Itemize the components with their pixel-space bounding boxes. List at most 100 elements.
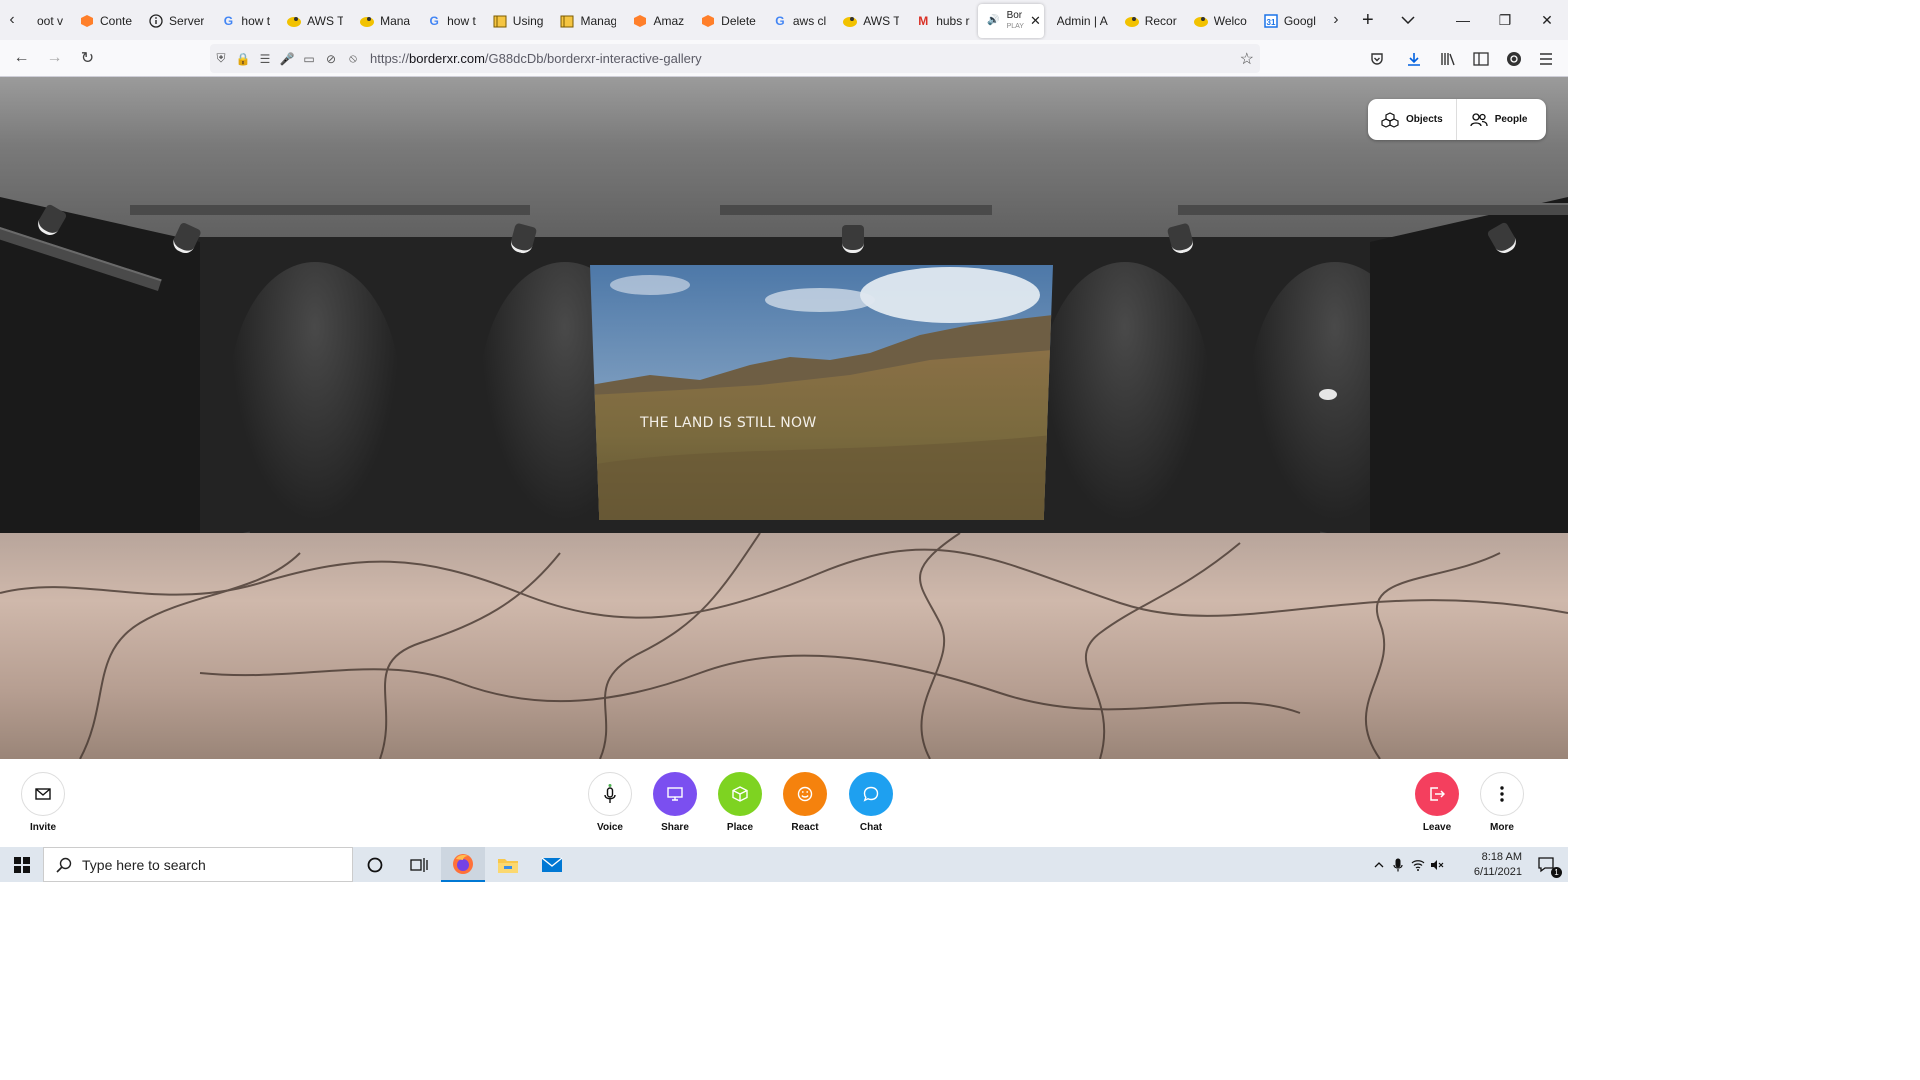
permissions-icon[interactable]: ☰	[254, 52, 276, 66]
tab-label: how t	[447, 13, 476, 28]
shield-icon[interactable]: ⛨	[210, 51, 232, 66]
tab-label: Manag	[580, 13, 617, 28]
file-explorer-taskbar-button[interactable]	[486, 847, 530, 882]
share-button[interactable]: Share	[645, 772, 705, 833]
floor-cracks	[0, 533, 1568, 759]
lock-icon[interactable]: 🔒	[232, 52, 254, 66]
menu-icon[interactable]	[1539, 40, 1553, 77]
restore-button[interactable]: ❐	[1484, 0, 1526, 40]
tab[interactable]: Recor	[1116, 4, 1185, 38]
tab[interactable]: Using	[484, 4, 552, 38]
back-button[interactable]: ←	[5, 40, 38, 77]
reload-button[interactable]: ↻	[71, 40, 104, 77]
screen-share-icon	[667, 787, 683, 801]
desert-mountains-image	[590, 265, 1053, 520]
close-tab-icon[interactable]: ✕	[1030, 13, 1041, 29]
leave-button[interactable]: Leave	[1407, 772, 1467, 833]
google-icon: G	[775, 13, 785, 28]
pocket-icon[interactable]	[1370, 40, 1384, 77]
invite-button[interactable]: Invite	[13, 772, 73, 833]
painting-caption: THE LAND IS STILL NOW	[640, 415, 817, 431]
task-view-button[interactable]	[397, 847, 441, 882]
aws-cube-icon	[79, 13, 95, 29]
search-icon	[56, 857, 72, 873]
action-center-button[interactable]: 1	[1524, 847, 1568, 882]
tab[interactable]: Delete	[692, 4, 764, 38]
vr-gallery-viewport[interactable]: THE LAND IS STILL NOW	[0, 77, 1568, 759]
minimize-button[interactable]: —	[1442, 0, 1484, 40]
landscape-painting[interactable]: THE LAND IS STILL NOW	[590, 265, 1053, 520]
react-button[interactable]: React	[775, 772, 835, 833]
tab[interactable]: Gaws cl	[764, 4, 834, 38]
windows-start-button[interactable]	[0, 847, 44, 882]
tab-label: Conte	[100, 13, 133, 28]
tab[interactable]: Mana	[351, 4, 418, 38]
bottom-toolbar: Invite Voice Share Place React Chat Leav…	[0, 759, 1568, 847]
tab-label: hubs r	[936, 13, 970, 28]
tab[interactable]: Mhubs r	[907, 4, 977, 38]
svg-text:31: 31	[1266, 18, 1275, 27]
box-icon	[492, 13, 508, 29]
show-hidden-icons-button[interactable]	[1368, 847, 1390, 882]
tab-label: AWS T	[863, 13, 900, 28]
wifi-icon[interactable]	[1408, 847, 1428, 882]
forward-button[interactable]: →	[38, 40, 71, 77]
tabs-scroll-right-button[interactable]: ›	[1324, 0, 1348, 40]
vr-headset-icon[interactable]: ▭	[298, 52, 320, 66]
close-window-button[interactable]: ✕	[1526, 0, 1568, 40]
tab[interactable]: oot v	[24, 4, 71, 38]
account-icon[interactable]	[1506, 40, 1522, 77]
tab[interactable]: Conte	[71, 4, 140, 38]
cortana-button[interactable]	[353, 847, 397, 882]
tab[interactable]: Ghow t	[418, 4, 484, 38]
url-text[interactable]: https://borderxr.com/G88dcDb/borderxr-in…	[370, 51, 702, 66]
place-button[interactable]: Place	[710, 772, 770, 833]
more-button[interactable]: More	[1472, 772, 1532, 833]
volume-muted-icon[interactable]	[1427, 847, 1447, 882]
notification-count: 1	[1551, 867, 1562, 878]
chat-button[interactable]: Chat	[841, 772, 901, 833]
tab[interactable]: Ghow t	[212, 4, 278, 38]
voice-button[interactable]: Voice	[580, 772, 640, 833]
google-icon: G	[429, 13, 439, 28]
library-icon[interactable]	[1440, 40, 1456, 77]
avatar-cursor	[1319, 389, 1337, 400]
new-tab-button[interactable]: +	[1348, 0, 1388, 40]
duck-icon	[842, 13, 858, 29]
people-button[interactable]: People	[1457, 99, 1541, 140]
downloads-icon[interactable]	[1406, 40, 1422, 77]
taskbar-search-box[interactable]: Type here to search	[43, 847, 353, 882]
list-all-tabs-button[interactable]	[1388, 0, 1428, 40]
tab[interactable]: AWS T	[278, 4, 351, 38]
tab[interactable]: AWS T	[834, 4, 907, 38]
camera-blocked-icon[interactable]: ⊘	[320, 52, 342, 66]
tab[interactable]: Server	[140, 4, 212, 38]
url-domain: borderxr.com	[409, 51, 485, 66]
mail-taskbar-button[interactable]	[530, 847, 574, 882]
sidebar-icon[interactable]	[1473, 40, 1489, 77]
system-clock[interactable]: 8:18 AM 6/11/2021	[1474, 850, 1522, 880]
objects-label: Objects	[1406, 114, 1443, 125]
microphone-tray-icon[interactable]	[1388, 847, 1408, 882]
tab[interactable]: Welco	[1185, 4, 1255, 38]
tab-active[interactable]: 🔊 Bor PLAY ✕	[977, 3, 1044, 38]
url-path: /G88dcDb/borderxr-interactive-gallery	[484, 51, 702, 66]
folder-icon	[498, 858, 518, 873]
tabs-scroll-left-button[interactable]: ‹	[0, 0, 24, 40]
box-icon	[559, 13, 575, 29]
light-rail	[130, 203, 530, 215]
firefox-taskbar-button[interactable]	[441, 847, 485, 882]
tab[interactable]: Amaz	[624, 4, 692, 38]
tab-label: how t	[241, 13, 271, 28]
address-bar[interactable]: ⛨ 🔒 ☰ 🎤 ▭ ⊘ ⦸ https://borderxr.com/G88dc…	[210, 44, 1260, 73]
tab[interactable]: Manag	[551, 4, 624, 38]
microphone-icon[interactable]: 🎤	[276, 52, 298, 66]
objects-button[interactable]: Objects	[1368, 99, 1456, 140]
tab[interactable]: 31 Googl	[1255, 4, 1324, 38]
tab[interactable]: Admin | A	[1044, 4, 1116, 38]
bookmark-star-icon[interactable]: ☆	[1240, 49, 1254, 69]
tab-label: Googl	[1283, 13, 1316, 28]
duck-icon	[1193, 13, 1209, 29]
autoplay-blocked-icon[interactable]: ⦸	[342, 51, 364, 66]
exit-icon	[1430, 787, 1445, 801]
